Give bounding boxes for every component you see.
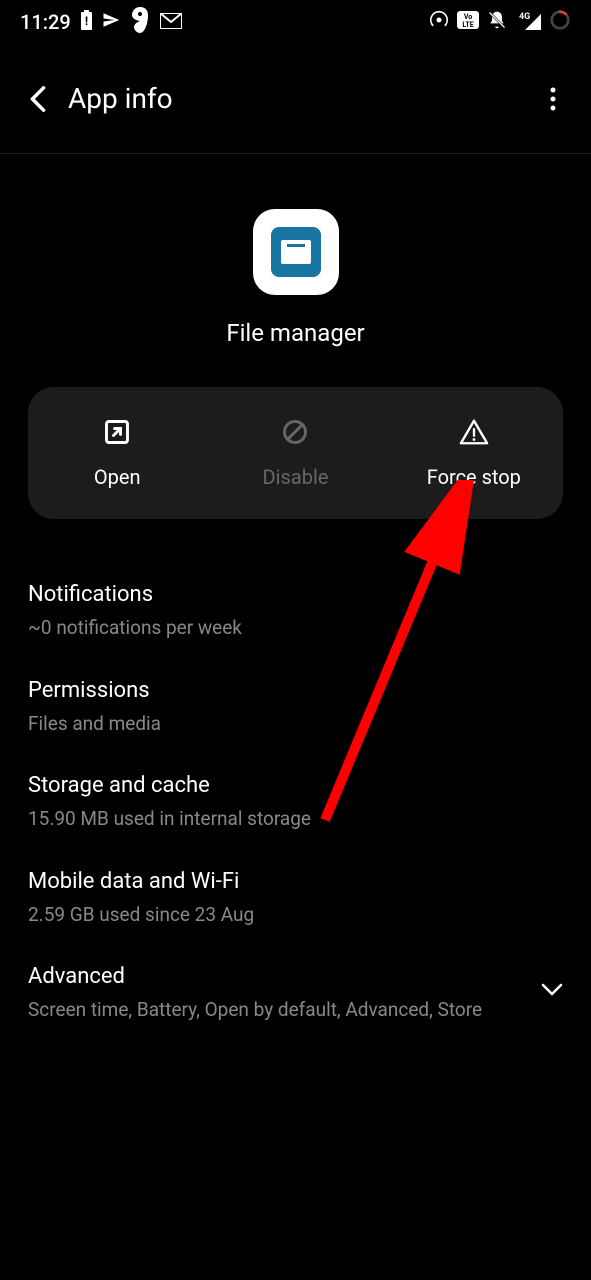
loading-icon xyxy=(549,9,571,36)
status-time: 11:29 xyxy=(20,10,71,34)
app-header: App info xyxy=(0,44,591,154)
swiggy-icon xyxy=(130,7,150,38)
settings-subtitle: 15.90 MB used in internal storage xyxy=(28,806,563,833)
more-options-button[interactable] xyxy=(533,79,573,119)
app-name: File manager xyxy=(226,319,364,347)
location-arrow-icon xyxy=(102,10,120,34)
more-vert-icon xyxy=(550,87,556,111)
chevron-down-icon xyxy=(541,982,563,1001)
hotspot-icon xyxy=(429,10,449,35)
notifications-off-icon xyxy=(487,9,507,36)
open-label: Open xyxy=(94,465,141,489)
settings-title: Storage and cache xyxy=(28,773,563,798)
svg-text:4G: 4G xyxy=(519,12,530,22)
disable-icon xyxy=(280,417,310,447)
settings-item-data[interactable]: Mobile data and Wi-Fi 2.59 GB used since… xyxy=(28,851,563,947)
app-icon xyxy=(253,209,339,295)
action-card: Open Disable Force stop xyxy=(28,387,563,519)
force-stop-icon xyxy=(459,417,489,447)
settings-item-advanced[interactable]: Advanced Screen time, Battery, Open by d… xyxy=(28,946,563,1042)
settings-item-notifications[interactable]: Notifications ~0 notifications per week xyxy=(28,564,563,660)
battery-low-icon: ! xyxy=(81,10,92,35)
force-stop-label: Force stop xyxy=(427,465,521,489)
gmail-icon xyxy=(160,10,182,34)
volte-icon: VoLTE xyxy=(457,10,479,34)
settings-title: Notifications xyxy=(28,582,563,607)
signal-4g-icon: 4G xyxy=(515,10,541,35)
open-icon xyxy=(102,417,132,447)
disable-label: Disable xyxy=(263,465,329,489)
settings-item-permissions[interactable]: Permissions Files and media xyxy=(28,660,563,756)
page-title: App info xyxy=(68,82,533,115)
settings-title: Permissions xyxy=(28,678,563,703)
settings-title: Mobile data and Wi-Fi xyxy=(28,869,563,894)
back-icon xyxy=(28,85,48,113)
status-bar: 11:29 ! VoLTE 4G xyxy=(0,0,591,44)
settings-item-storage[interactable]: Storage and cache 15.90 MB used in inter… xyxy=(28,755,563,851)
svg-text:LTE: LTE xyxy=(462,21,473,29)
disable-button[interactable]: Disable xyxy=(206,417,384,489)
settings-subtitle: 2.59 GB used since 23 Aug xyxy=(28,902,563,929)
svg-text:!: ! xyxy=(85,14,88,28)
force-stop-button[interactable]: Force stop xyxy=(385,417,563,489)
settings-subtitle: ~0 notifications per week xyxy=(28,615,563,642)
open-button[interactable]: Open xyxy=(28,417,206,489)
back-button[interactable] xyxy=(18,79,58,119)
svg-text:Vo: Vo xyxy=(464,13,472,21)
settings-subtitle: Files and media xyxy=(28,711,563,738)
settings-title: Advanced xyxy=(28,964,521,989)
settings-list: Notifications ~0 notifications per week … xyxy=(0,564,591,1042)
settings-subtitle: Screen time, Battery, Open by default, A… xyxy=(28,997,521,1024)
app-hero: File manager xyxy=(0,154,591,387)
